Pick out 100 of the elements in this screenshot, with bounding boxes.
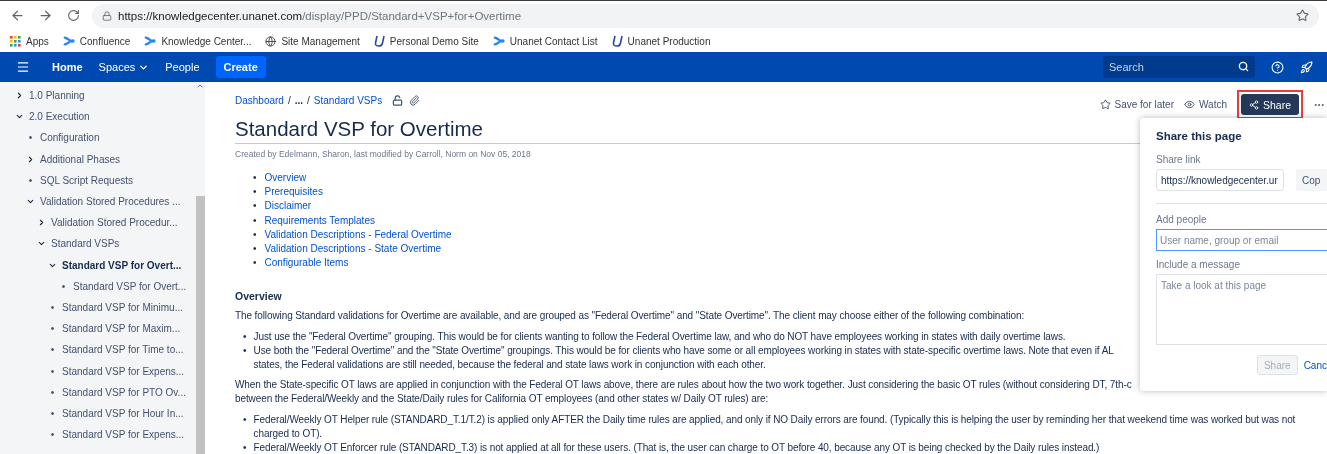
bullet: • [253,227,257,242]
list-item-line: Just use the "Federal Overtime" grouping. This would be for clients wanting to follow the Federal Overtime law, and who do NOT have employees working in states with daily overtime laws. [253,329,1066,344]
share-link-field[interactable]: https://knowledgecenter.ur [1156,169,1284,191]
bookmark[interactable]: Site Management [265,35,360,47]
bullet: • [243,329,247,344]
lock-icon [102,10,112,21]
toc-link[interactable]: Overview [264,171,307,186]
apps-grid-icon [10,35,21,47]
chevron-right-icon[interactable] [15,91,24,101]
bullet: • [49,301,56,313]
tree-item[interactable]: 2.0 Execution [29,111,90,123]
bookmark[interactable]: Knowledge Center... [144,35,252,47]
paragraph-line: between the Federal/Weekly and the State/Daily rules for California OT employees (and other states w/ Daily OT rules) are: [235,392,769,407]
tree-item[interactable]: 1.0 Planning [29,90,85,102]
bookmark[interactable]: Personal Demo Site [373,35,479,47]
toc-link[interactable]: Validation Descriptions - State Overtime [264,242,442,257]
toc-link[interactable]: Configurable Items [264,256,349,271]
bookmark-star-icon[interactable] [1296,9,1309,22]
forward-icon[interactable] [37,8,53,23]
create-button[interactable]: Create [215,56,266,78]
save-for-later-link[interactable]: Save for later [1099,99,1174,110]
toc-link[interactable]: Validation Descriptions - Federal Overtime [264,227,452,242]
dialog-title: Share this page [1156,130,1243,142]
field-label: Add people [1156,214,1208,225]
breadcrumb-link[interactable]: Standard VSPs [313,94,383,106]
paragraph-line: When the State-specific OT laws are applied in conjunction with the Federal OT laws above, there are rules about how the two work together. Just considering the basic OT rules (without considering DT, 7th-c [235,378,1132,393]
nav-link[interactable]: Home [52,61,83,73]
bullet: • [49,365,56,377]
bookmark[interactable]: Unanet Contact List [492,35,598,47]
message-field[interactable]: Take a look at this page [1156,274,1327,345]
scroll-up-icon[interactable] [196,82,204,90]
bullet: • [49,323,56,335]
toc-link[interactable]: Prerequisites [264,185,323,200]
paperclip-icon[interactable] [409,94,421,106]
nav-link[interactable]: People [165,61,200,73]
tree-item[interactable]: Standard VSP for Minimu... [62,301,183,313]
bullet: • [243,412,247,427]
tree-item[interactable]: Standard VSP for Overt... [62,259,182,271]
nav-link[interactable]: Spaces [98,61,150,73]
breadcrumb-link[interactable]: Dashboard [235,94,284,106]
tree-item[interactable]: Configuration [40,132,100,144]
tree-item[interactable]: Standard VSP for Maxim... [62,323,181,335]
chevron-right-icon[interactable] [26,154,35,164]
bullet: • [253,185,257,200]
tree-item[interactable]: SQL Script Requests [40,174,133,186]
bullet: • [49,386,56,398]
u-logo-icon [373,35,385,47]
chevron-right-icon[interactable] [37,218,46,228]
tree-item[interactable]: Standard VSP for Hour In... [62,407,184,419]
tree-item[interactable]: Standard VSP for Expens... [62,429,185,441]
copy-button[interactable]: Cop [1296,169,1327,191]
list-item-line: Federal/Weekly OT Enforcer rule (STANDARD_T.3) is not applied at all for these users. (That is, the user can charge to OT before 40, because any OT is being checked by the Daily rules instead.) [253,441,1100,454]
bookmark[interactable]: Unanet Production [611,35,711,47]
tree-item[interactable]: Additional Phases [40,153,121,165]
toc-link[interactable]: Disclaimer [264,199,312,214]
list-item-line: Use both the "Federal Overtime" and the "State Overtime" groupings. This would be for clients who have some or all employees working in states with state-specific overtime laws. Note that even if AL [253,343,1114,358]
section-heading: Overview [235,290,283,303]
list-item-line: charged to OT). [253,426,323,441]
toc-link[interactable]: Requirements Templates [264,213,375,228]
breadcrumb-separator: / [287,94,291,106]
bullet: • [253,256,257,271]
bullet: • [27,174,34,186]
share-button[interactable]: Share [1240,94,1299,115]
search-field[interactable]: Search [1103,56,1255,78]
tree-item[interactable]: Standard VSP for Expens... [62,365,185,377]
paragraph-line: The following Standard validations for Overtime are available, and are grouped as "Federal Overtime" and "State Overtime". The client may choose either of the following combination: [235,309,1025,324]
scrollbar-thumb[interactable] [195,196,205,454]
reload-icon[interactable] [66,9,80,22]
tree-item[interactable]: Validation Stored Procedures ... [40,196,181,208]
tree-item[interactable]: Standard VSPs [51,238,120,250]
add-people-field[interactable]: User name, group or email [1156,229,1327,251]
watch-link[interactable]: Watch [1184,99,1227,110]
field-label: Include a message [1156,259,1241,270]
tree-item[interactable]: Validation Stored Procedur... [51,217,178,229]
list-item-line: states, the Federal validations are still needed, because the federal and state laws work in conjunction with each other. [253,358,766,373]
cancel-link[interactable]: Canc [1303,359,1327,371]
tree-item[interactable]: Standard VSP for Overt... [73,280,187,292]
url-path: /display/PPD/Standard+VSP+for+Overtime [302,9,522,22]
bookmark[interactable]: Confluence [62,35,131,47]
tree-item[interactable]: Standard VSP for Time to... [62,344,184,356]
back-icon[interactable] [9,8,25,23]
bullet: • [253,213,257,228]
rocket-icon[interactable] [1300,60,1313,74]
unlocked-icon[interactable] [392,94,404,106]
address-bar[interactable]: https://knowledgecenter.unanet.com/display/PPD/Standard+VSP+for+Overtime [92,3,1319,28]
search-icon [1238,61,1249,72]
u-logo-icon [611,35,623,47]
bookmark[interactable]: Apps [10,35,49,47]
menu-icon[interactable] [16,60,30,74]
bullet: • [253,171,257,185]
star-icon [1099,99,1111,110]
page-metadata: Created by Edelmann, Sharon, last modified by Carroll, Norm on Nov 05, 2018 [235,149,531,159]
url-host: https://knowledgecenter.unanet.com [118,9,303,22]
eye-icon [1184,99,1195,110]
bullet: • [60,280,67,292]
bullet: • [49,344,56,356]
breadcrumb-ellipsis[interactable]: ... [294,94,304,106]
tree-item[interactable]: Standard VSP for PTO Ov... [62,386,186,398]
bullet: • [49,407,56,419]
help-icon[interactable] [1271,60,1284,74]
